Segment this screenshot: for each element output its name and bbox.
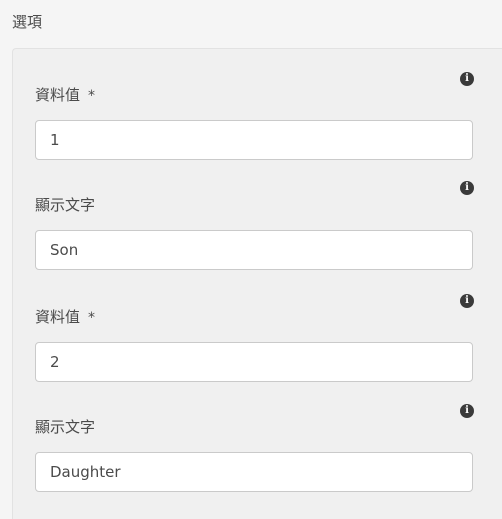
info-icon[interactable]: i [460,72,474,86]
display-text-label: 顯示文字 [35,195,95,215]
display-text-label-text: 顯示文字 [35,418,96,436]
data-value-input[interactable] [35,120,473,160]
options-panel [12,48,502,519]
display-text-input[interactable] [35,452,473,492]
required-marker: * [88,310,96,326]
data-value-label-text: 資料值 [35,86,81,104]
info-icon[interactable]: i [460,294,474,308]
required-marker: * [88,88,96,104]
data-value-label: 資料值 * [35,307,95,328]
display-text-label-text: 顯示文字 [35,196,96,214]
display-text-label: 顯示文字 [35,417,95,437]
info-icon[interactable]: i [460,181,474,195]
options-section-title: 選項 [12,13,43,31]
data-value-label-text: 資料值 [35,308,81,326]
info-icon[interactable]: i [460,404,474,418]
data-value-label: 資料值 * [35,85,95,106]
data-value-input[interactable] [35,342,473,382]
display-text-input[interactable] [35,230,473,270]
